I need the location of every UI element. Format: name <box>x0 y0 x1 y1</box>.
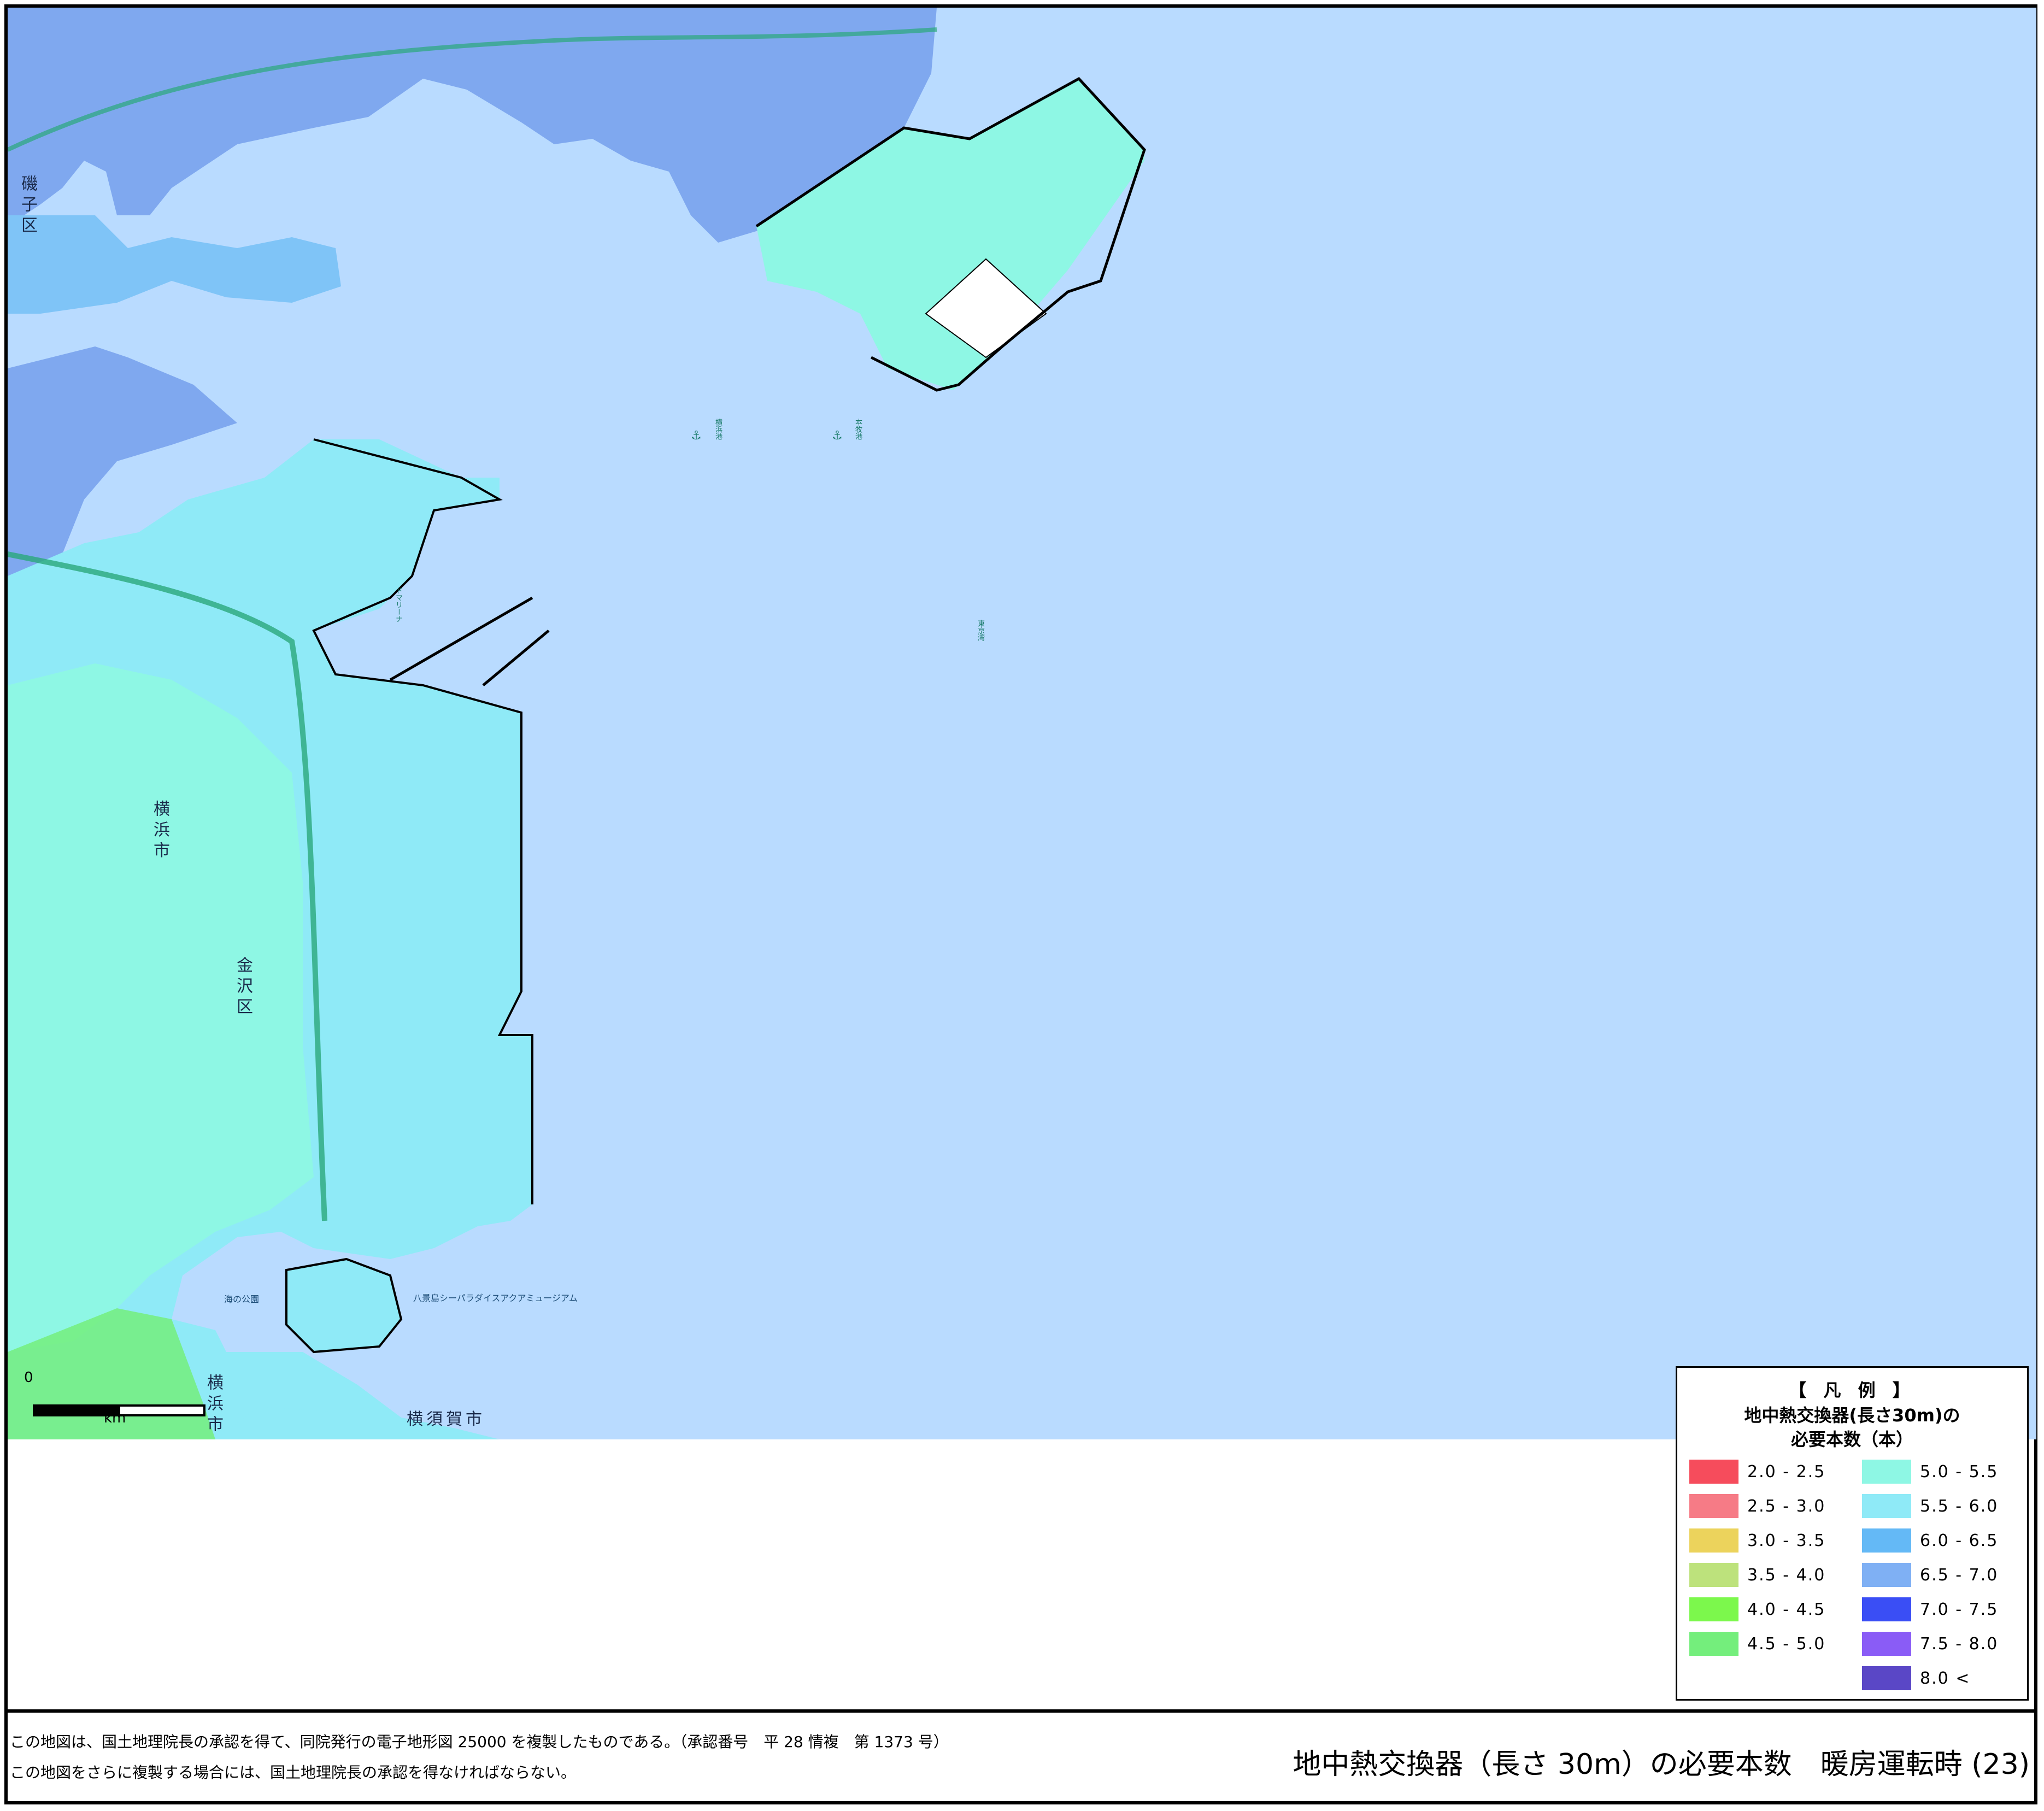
legend-label: 3.0 - 3.5 <box>1747 1531 1826 1550</box>
label-yokosuka-shi: 横須賀市 <box>407 1410 485 1429</box>
legend-swatch <box>1862 1460 1911 1484</box>
legend-item: 6.0 - 6.5 <box>1862 1528 1998 1553</box>
label-isogo-ku: 磯子区 <box>18 175 37 237</box>
legend-item: 5.5 - 6.0 <box>1862 1494 1998 1518</box>
legend-swatch <box>1862 1666 1911 1690</box>
legend-swatch <box>1689 1528 1738 1553</box>
label-anchorage-1: 横浜港 <box>714 419 722 440</box>
legend-item: 6.5 - 7.0 <box>1862 1563 1998 1587</box>
label-anchorage-2: 本牧港 <box>854 419 862 440</box>
legend-swatch <box>1862 1597 1911 1621</box>
legend-swatch <box>1862 1563 1911 1587</box>
legend-swatch <box>1689 1597 1738 1621</box>
legend-item: 5.0 - 5.5 <box>1862 1460 1998 1484</box>
legend-label: 6.5 - 7.0 <box>1920 1565 1999 1585</box>
legend-item: 2.0 - 2.5 <box>1689 1460 1825 1484</box>
legend-swatch <box>1689 1460 1738 1484</box>
legend-item: 8.0 < <box>1862 1666 1970 1690</box>
label-umi-no-koen: 海の公園 <box>224 1294 260 1304</box>
legend-label: 7.0 - 7.5 <box>1920 1600 1999 1619</box>
legend-label: 8.0 < <box>1920 1668 1971 1688</box>
legend-swatch <box>1862 1528 1911 1553</box>
copyright-note: この地図は、国土地理院長の承認を得て、同院発行の電子地形図 25000 を複製し… <box>10 1733 949 1751</box>
map-canvas[interactable]: ⚓ ⚓ <box>8 8 2036 1439</box>
anchor-icon: ⚓ <box>691 429 702 443</box>
legend-label: 2.5 - 3.0 <box>1747 1496 1826 1516</box>
legend-title: 【 凡 例 】 <box>1789 1380 1916 1401</box>
legend-subtitle-line1: 地中熱交換器(長さ30m)の <box>1744 1405 1960 1426</box>
legend-label: 3.5 - 4.0 <box>1747 1565 1826 1585</box>
label-yokohama-shi: 横浜市 <box>150 800 169 862</box>
legend-label: 7.5 - 8.0 <box>1920 1634 1999 1654</box>
legend-item: 4.0 - 4.5 <box>1689 1597 1825 1621</box>
scale-segment-white <box>118 1404 205 1416</box>
legend-label: 5.0 - 5.5 <box>1920 1462 1999 1481</box>
legend-swatch <box>1862 1632 1911 1656</box>
label-marina: ドマリーナ <box>394 587 402 622</box>
legend-item: 4.5 - 5.0 <box>1689 1632 1825 1656</box>
legend-box: 【 凡 例 】 地中熱交換器(長さ30m)の 必要本数（本） 2.0 - 2.5… <box>1676 1366 2029 1701</box>
label-sea-name: 東京湾 <box>976 620 984 641</box>
legend-label: 2.0 - 2.5 <box>1747 1462 1826 1481</box>
legend-item: 2.5 - 3.0 <box>1689 1494 1825 1518</box>
legend-item: 3.5 - 4.0 <box>1689 1563 1825 1587</box>
legend-label: 5.5 - 6.0 <box>1920 1496 1999 1516</box>
legend-item: 3.0 - 3.5 <box>1689 1528 1825 1553</box>
scale-bar: 0 km <box>22 1365 208 1426</box>
map-title: 地中熱交換器（長さ 30m）の必要本数 暖房運転時 (23) <box>1293 1748 2030 1781</box>
legend-label: 4.5 - 5.0 <box>1747 1634 1826 1654</box>
legend-swatch <box>1689 1494 1738 1518</box>
legend-item: 7.0 - 7.5 <box>1862 1597 1998 1621</box>
map-panel[interactable]: ⚓ ⚓ 磯子区 横浜市 金沢区 横須賀市 横浜市 ドマリーナ 八景島シーパラダイ… <box>8 8 2036 1439</box>
legend-swatch <box>1862 1494 1911 1518</box>
anchor-icon: ⚓ <box>832 429 843 443</box>
legend-swatch <box>1689 1632 1738 1656</box>
hakkeijima-island <box>285 1257 403 1354</box>
legend-label: 4.0 - 4.5 <box>1747 1600 1826 1619</box>
footer-divider <box>4 1709 2037 1713</box>
legend-label: 6.0 - 6.5 <box>1920 1531 1999 1550</box>
label-kanazawa-ku: 金沢区 <box>233 956 252 1019</box>
label-sea-paradise: 八景島シーパラダイスアクアミュージアム <box>413 1293 578 1303</box>
reproduction-note: この地図をさらに複製する場合には、国土地理院長の承認を得なければならない。 <box>10 1763 577 1781</box>
legend-swatch <box>1689 1563 1738 1587</box>
legend-item: 7.5 - 8.0 <box>1862 1632 1998 1656</box>
scale-unit-label: km <box>104 1410 126 1426</box>
legend-subtitle-line2: 必要本数（本） <box>1790 1429 1913 1450</box>
scale-zero-label: 0 <box>24 1369 33 1386</box>
